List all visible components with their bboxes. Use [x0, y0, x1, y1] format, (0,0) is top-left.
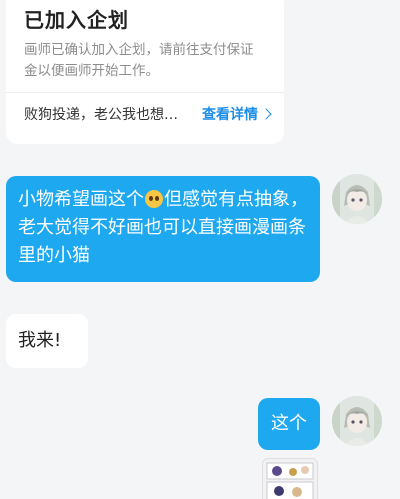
card-divider	[6, 92, 284, 93]
avatar-image	[332, 174, 382, 224]
card-title: 已加入企划	[24, 8, 129, 32]
message-bubble-other[interactable]: 我来!	[6, 314, 88, 368]
card-footer: 败狗投递，老公我也想… 查看详情	[24, 102, 272, 126]
view-details-link[interactable]: 查看详情	[202, 104, 272, 124]
avatar[interactable]	[332, 174, 382, 224]
chat-screen: 已加入企划 画师已确认加入企划，请前往支付保证金以便画师开始工作。 败狗投递，老…	[0, 0, 400, 499]
avatar[interactable]	[332, 396, 382, 446]
message-bubble-self[interactable]: 小物希望画这个 但感觉有点抽象，老大觉得不好画也可以直接画漫画条里的小猫	[6, 176, 320, 282]
pleading-face-emoji-icon	[145, 190, 163, 208]
view-details-label: 查看详情	[202, 107, 258, 123]
image-message-thumbnail[interactable]	[262, 458, 318, 499]
message-bubble-self[interactable]: 这个	[258, 398, 320, 450]
avatar-image	[332, 396, 382, 446]
project-status-card[interactable]: 已加入企划 画师已确认加入企划，请前往支付保证金以便画师开始工作。 败狗投递，老…	[6, 0, 284, 144]
comic-image	[263, 459, 317, 499]
card-footer-text: 败狗投递，老公我也想…	[24, 107, 178, 123]
chevron-right-icon	[260, 108, 272, 120]
message-text: 小物希望画这个	[18, 189, 144, 210]
card-description: 画师已确认加入企划，请前往支付保证金以便画师开始工作。	[24, 42, 254, 79]
